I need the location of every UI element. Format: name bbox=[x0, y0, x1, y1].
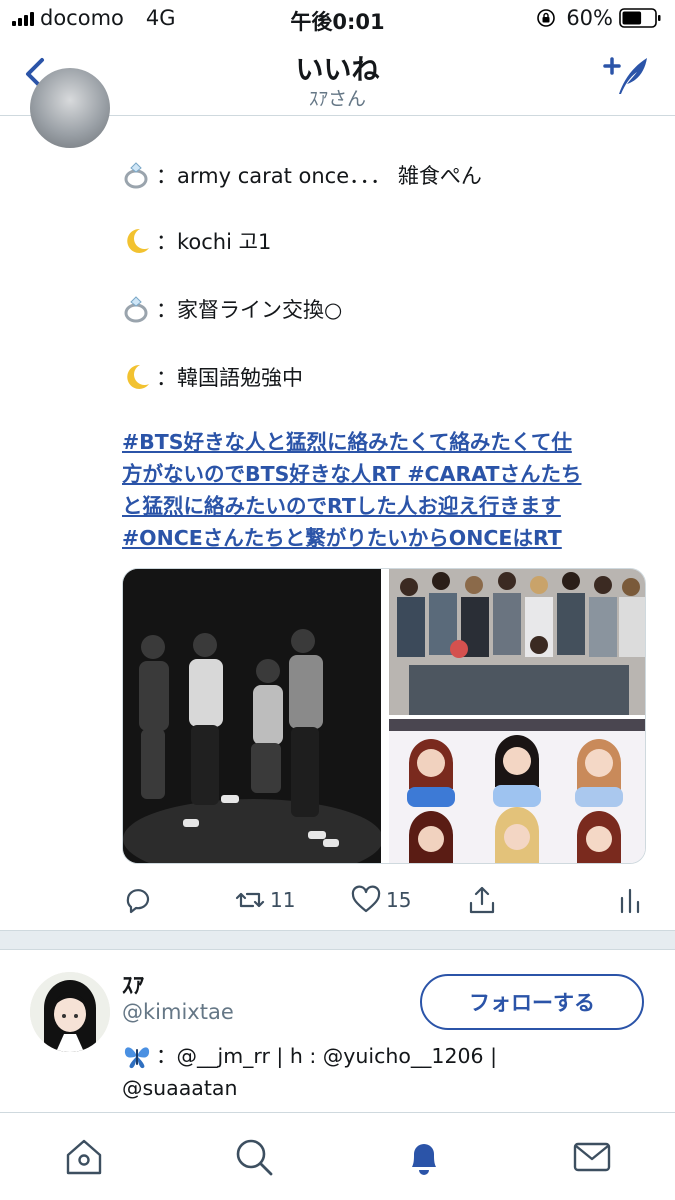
bio-line-text: ：kochi 고1 bbox=[156, 230, 272, 254]
home-icon[interactable] bbox=[62, 1135, 106, 1179]
section-divider bbox=[0, 930, 675, 950]
retweet-icon bbox=[235, 892, 265, 908]
retweet-count: 11 bbox=[270, 888, 296, 912]
hashtag-line[interactable]: #BTS好きな人と猛烈に絡みたくて絡みたくて仕 bbox=[122, 426, 642, 458]
user-bio: ：@__jm_rr | h : @yuicho__1206 | @suaaata… bbox=[122, 1040, 642, 1104]
hashtag-line[interactable]: と猛烈に絡みたいのでRTした人お迎え行きます bbox=[122, 490, 642, 522]
bio-line: ：家督ライン交換○ bbox=[122, 294, 342, 324]
bio-line: ：army carat once．．． 雑食ぺん bbox=[122, 160, 482, 190]
hashtag-line[interactable]: 方がないのでBTS好きな人RT #CARATさんたち bbox=[122, 458, 642, 490]
user-bio-text: @suaaatan bbox=[122, 1076, 238, 1100]
like-button[interactable]: 15 bbox=[350, 884, 411, 916]
tab-bar bbox=[0, 1112, 675, 1200]
avatar[interactable] bbox=[30, 68, 110, 148]
ring-icon bbox=[124, 296, 148, 323]
notifications-icon[interactable] bbox=[402, 1135, 446, 1179]
crescent-moon-icon bbox=[127, 228, 149, 253]
hashtag-links[interactable]: #BTS好きな人と猛烈に絡みたくて絡みたくて仕 方がないのでBTS好きな人RT … bbox=[122, 426, 642, 554]
retweet-button[interactable]: 11 bbox=[234, 884, 295, 916]
media-photo-group-2[interactable] bbox=[389, 719, 645, 863]
share-button[interactable] bbox=[466, 884, 502, 916]
tweet-media[interactable] bbox=[122, 568, 646, 864]
user-avatar[interactable] bbox=[30, 972, 110, 1052]
reply-icon bbox=[126, 889, 150, 914]
bio-line: ：kochi 고1 bbox=[122, 226, 271, 256]
follow-button[interactable]: フォローする bbox=[420, 974, 644, 1030]
tweet-actions: 11 15 bbox=[122, 880, 642, 920]
group-photo-illustration bbox=[389, 569, 645, 715]
page-title: いいね bbox=[295, 53, 380, 86]
heart-icon bbox=[351, 885, 381, 913]
user-name[interactable]: ｽｱ bbox=[122, 968, 144, 1000]
user-bio-line: @suaaatan bbox=[122, 1072, 642, 1104]
group-photo-illustration bbox=[389, 719, 645, 863]
bio-line: ：韓国語勉強中 bbox=[122, 362, 303, 392]
bio-line-text: ：army carat once．．． 雑食ぺん bbox=[156, 164, 482, 188]
search-icon[interactable] bbox=[232, 1135, 276, 1179]
user-avatar-illustration bbox=[30, 972, 110, 1052]
user-bio-line: ：@__jm_rr | h : @yuicho__1206 | bbox=[122, 1040, 642, 1072]
ring-icon bbox=[124, 162, 148, 189]
butterfly-icon bbox=[124, 1047, 150, 1069]
battery-percent: 60% bbox=[566, 6, 613, 30]
stats-button[interactable] bbox=[614, 884, 650, 916]
like-count: 15 bbox=[386, 888, 412, 912]
battery-icon bbox=[619, 8, 661, 28]
messages-icon[interactable] bbox=[570, 1135, 614, 1179]
orientation-lock-icon bbox=[537, 9, 556, 27]
crescent-moon-icon bbox=[127, 364, 149, 389]
stats-icon bbox=[620, 888, 640, 914]
group-photo-illustration bbox=[123, 569, 383, 863]
compose-feather-icon[interactable] bbox=[601, 52, 653, 98]
user-bio-text: ：@__jm_rr | h : @yuicho__1206 | bbox=[156, 1044, 498, 1068]
hashtag-line[interactable]: #ONCEさんたちと繋がりたいからONCEはRT bbox=[122, 522, 642, 554]
share-icon bbox=[469, 886, 495, 914]
media-photo-bw[interactable] bbox=[123, 569, 383, 863]
bio-line-text: ：家督ライン交換○ bbox=[156, 298, 343, 322]
status-bar: docomo 4G 午後0:01 60% bbox=[0, 0, 675, 38]
reply-button[interactable] bbox=[122, 884, 158, 916]
user-handle[interactable]: @kimixtae bbox=[122, 1000, 234, 1024]
bio-line-text: ：韓国語勉強中 bbox=[156, 366, 303, 390]
media-photo-group-1[interactable] bbox=[389, 569, 645, 715]
status-right: 60% bbox=[536, 6, 661, 30]
